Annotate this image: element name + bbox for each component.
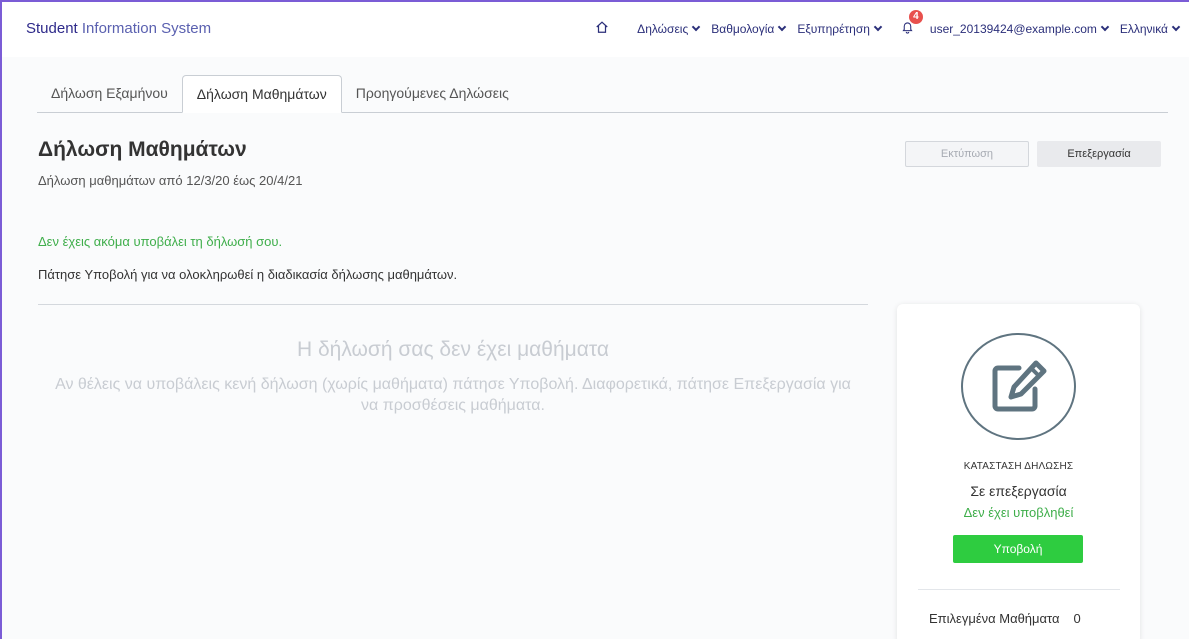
not-submitted-message: Δεν έχεις ακόμα υποβάλει τη δήλωσή σου. xyxy=(38,234,283,249)
instructions-text: Πάτησε Υποβολή για να ολοκληρωθεί η διαδ… xyxy=(38,267,458,282)
declaration-tabs: Δήλωση Εξαμήνου Δήλωση Μαθημάτων Προηγού… xyxy=(37,75,1168,113)
notifications-bell[interactable]: 4 xyxy=(901,10,923,37)
chevron-down-icon xyxy=(1100,22,1110,31)
edit-button[interactable]: Επεξεργασία xyxy=(1037,141,1161,167)
submit-button[interactable]: Υποβολή xyxy=(953,535,1083,563)
empty-state-title: Η δήλωσή σας δεν έχει μαθήματα xyxy=(296,338,610,361)
print-button[interactable]: Εκτύπωση xyxy=(905,141,1029,167)
nav-declarations[interactable]: Δηλώσεις xyxy=(637,21,701,36)
chevron-down-icon xyxy=(778,22,787,31)
home-icon[interactable] xyxy=(595,20,609,37)
edit-status-icon xyxy=(961,333,1076,440)
page-title: Δήλωση Μαθημάτων xyxy=(38,138,247,161)
chevron-down-icon xyxy=(692,22,701,31)
card-divider xyxy=(918,589,1120,590)
notification-badge: 4 xyxy=(908,10,923,24)
brand-strong: Student xyxy=(26,20,78,37)
status-sub-value: Δεν έχει υποβληθεί xyxy=(963,505,1074,520)
selected-courses-count: 0 xyxy=(1073,611,1081,626)
main-nav: Δηλώσεις Βαθμολογία Εξυπηρέτηση 4 user_2… xyxy=(595,0,1181,57)
divider xyxy=(38,304,868,305)
user-email: user_20139424@example.com xyxy=(929,21,1097,36)
top-navbar: Student Information System Δηλώσεις Βαθμ… xyxy=(0,0,1189,57)
brand-rest: Information System xyxy=(77,20,212,37)
nav-declarations-label: Δηλώσεις xyxy=(637,21,689,36)
nav-grades-label: Βαθμολογία xyxy=(711,21,775,36)
status-card: ΚΑΤΑΣΤΑΣΗ ΔΗΛΩΣΗΣ Σε επεξεργασία Δεν έχε… xyxy=(897,304,1140,639)
tab-course-declaration[interactable]: Δήλωση Μαθημάτων xyxy=(181,75,342,113)
language-label: Ελληνικά xyxy=(1119,21,1168,36)
status-value: Σε επεξεργασία xyxy=(970,483,1067,499)
selected-courses-row: Επιλεγμένα Μαθήματα 0 xyxy=(929,611,1129,626)
tab-previous-declarations[interactable]: Προηγούμενες Δηλώσεις xyxy=(342,75,523,112)
nav-grades[interactable]: Βαθμολογία xyxy=(711,21,787,36)
nav-language[interactable]: Ελληνικά xyxy=(1119,21,1181,36)
chevron-down-icon xyxy=(1171,22,1181,31)
nav-user[interactable]: user_20139424@example.com xyxy=(929,21,1110,36)
brand-logo[interactable]: Student Information System xyxy=(26,20,211,37)
chevron-down-icon xyxy=(873,22,883,31)
tab-semester-declaration[interactable]: Δήλωση Εξαμήνου xyxy=(37,75,182,112)
empty-state-text: Αν θέλεις να υποβάλεις κενή δήλωση (χωρί… xyxy=(55,376,851,414)
selected-courses-label: Επιλεγμένα Μαθήματα xyxy=(929,611,1060,626)
nav-support[interactable]: Εξυπηρέτηση xyxy=(797,21,883,36)
page-subtitle: Δήλωση μαθημάτων από 12/3/20 έως 20/4/21 xyxy=(38,173,303,188)
status-label: ΚΑΤΑΣΤΑΣΗ ΔΗΛΩΣΗΣ xyxy=(963,461,1074,472)
nav-support-label: Εξυπηρέτηση xyxy=(797,21,870,36)
